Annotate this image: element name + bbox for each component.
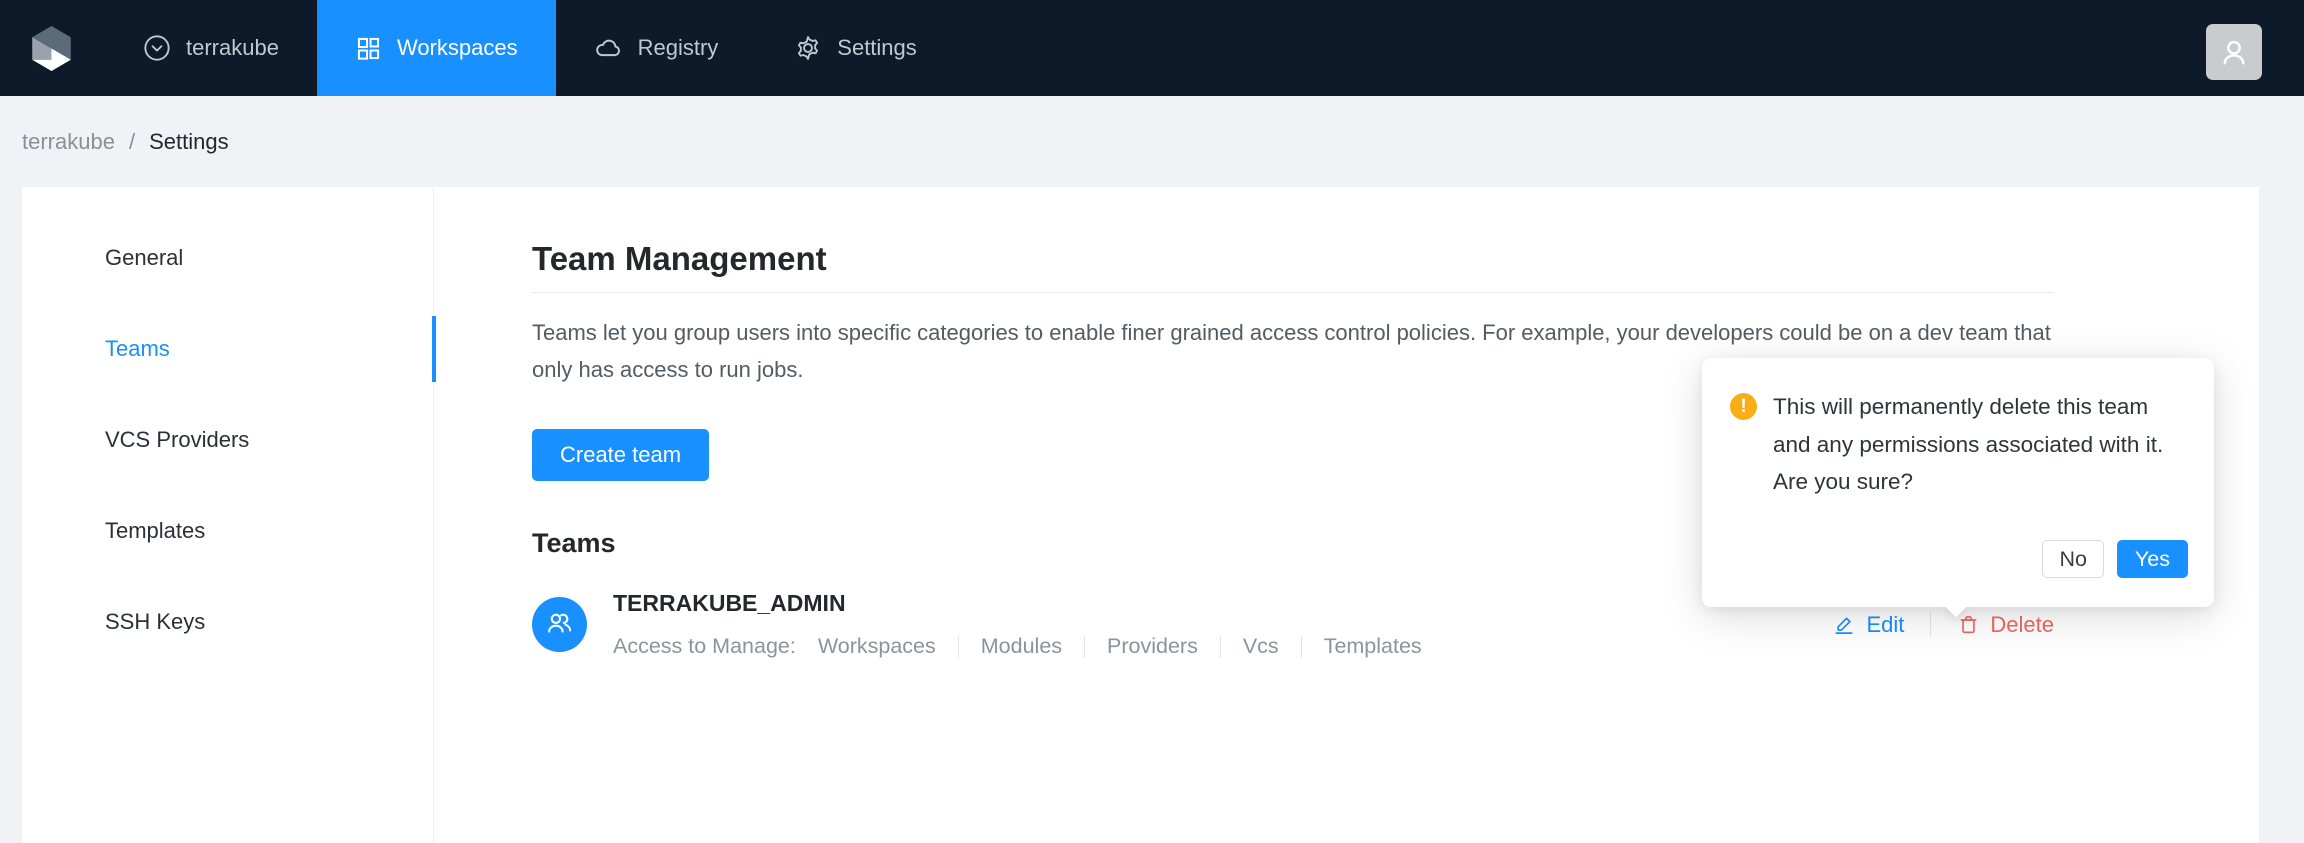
permission-item: Workspaces bbox=[818, 634, 936, 659]
sidebar-item-label: General bbox=[105, 245, 183, 271]
nav-item-label: Settings bbox=[837, 35, 917, 61]
nav-item-settings[interactable]: Settings bbox=[756, 0, 955, 96]
nav-item-label: terrakube bbox=[186, 35, 279, 61]
team-name: TERRAKUBE_ADMIN bbox=[613, 590, 1422, 617]
actions-divider bbox=[1930, 612, 1931, 637]
sidebar-item-vcs-providers[interactable]: VCS Providers bbox=[22, 407, 433, 473]
create-team-button[interactable]: Create team bbox=[532, 429, 709, 481]
yes-button[interactable]: Yes bbox=[2117, 540, 2188, 578]
popover-body: ! This will permanently delete this team… bbox=[1702, 358, 2214, 501]
cloud-icon bbox=[594, 34, 623, 63]
team-info: TERRAKUBE_ADMIN Access to Manage: Worksp… bbox=[613, 590, 1422, 659]
sidebar-item-label: Teams bbox=[105, 336, 170, 362]
edit-team-button[interactable]: Edit bbox=[1833, 612, 1904, 638]
permission-divider bbox=[958, 636, 959, 658]
sidebar-item-label: Templates bbox=[105, 518, 205, 544]
user-avatar[interactable] bbox=[2206, 24, 2262, 80]
terrakube-logo[interactable] bbox=[28, 0, 75, 96]
person-icon bbox=[2217, 35, 2251, 69]
page-title: Team Management bbox=[532, 240, 2054, 293]
permission-divider bbox=[1220, 636, 1221, 658]
popover-message: This will permanently delete this team a… bbox=[1773, 388, 2173, 501]
delete-team-button[interactable]: Delete bbox=[1957, 612, 2054, 638]
sidebar-item-templates[interactable]: Templates bbox=[22, 498, 433, 564]
edit-label: Edit bbox=[1866, 612, 1904, 638]
sidebar-item-label: VCS Providers bbox=[105, 427, 249, 453]
permission-item: Templates bbox=[1324, 634, 1422, 659]
access-label: Access to Manage: bbox=[613, 634, 796, 659]
sidebar-item-general[interactable]: General bbox=[22, 225, 433, 291]
top-navbar: terrakube Workspaces Registry Se bbox=[0, 0, 2304, 96]
warning-icon: ! bbox=[1730, 393, 1757, 420]
breadcrumb: terrakube / Settings bbox=[0, 96, 2304, 187]
nav-item-workspaces[interactable]: Workspaces bbox=[317, 0, 556, 96]
delete-label: Delete bbox=[1990, 612, 2054, 638]
sidebar-item-label: SSH Keys bbox=[105, 609, 205, 635]
team-permissions: Access to Manage: Workspaces Modules Pro… bbox=[613, 634, 1422, 659]
breadcrumb-current: Settings bbox=[149, 129, 229, 155]
team-actions: Edit Delete bbox=[1833, 612, 2054, 638]
breadcrumb-root[interactable]: terrakube bbox=[22, 129, 115, 155]
permission-item: Modules bbox=[981, 634, 1062, 659]
pencil-icon bbox=[1833, 613, 1856, 636]
nav-item-terrakube[interactable]: terrakube bbox=[105, 0, 317, 96]
no-button[interactable]: No bbox=[2042, 540, 2103, 578]
sidebar-item-ssh-keys[interactable]: SSH Keys bbox=[22, 589, 433, 655]
nav-item-registry[interactable]: Registry bbox=[556, 0, 757, 96]
nav-item-label: Registry bbox=[638, 35, 719, 61]
settings-sidebar: General Teams VCS Providers Templates SS… bbox=[22, 187, 434, 843]
grid-icon bbox=[355, 35, 382, 62]
down-circle-icon bbox=[143, 34, 171, 62]
sidebar-item-teams[interactable]: Teams bbox=[22, 316, 433, 382]
permission-item: Providers bbox=[1107, 634, 1198, 659]
nav-item-label: Workspaces bbox=[397, 35, 518, 61]
trash-icon bbox=[1957, 613, 1980, 636]
breadcrumb-separator: / bbox=[129, 129, 135, 155]
permission-divider bbox=[1301, 636, 1302, 658]
cube-logo-icon bbox=[28, 25, 75, 72]
team-icon bbox=[544, 609, 575, 640]
permission-item: Vcs bbox=[1243, 634, 1279, 659]
delete-confirm-popover: ! This will permanently delete this team… bbox=[1702, 358, 2214, 607]
popover-footer: No Yes bbox=[2042, 540, 2188, 578]
team-avatar bbox=[532, 597, 587, 652]
gear-icon bbox=[794, 34, 822, 62]
permission-divider bbox=[1084, 636, 1085, 658]
